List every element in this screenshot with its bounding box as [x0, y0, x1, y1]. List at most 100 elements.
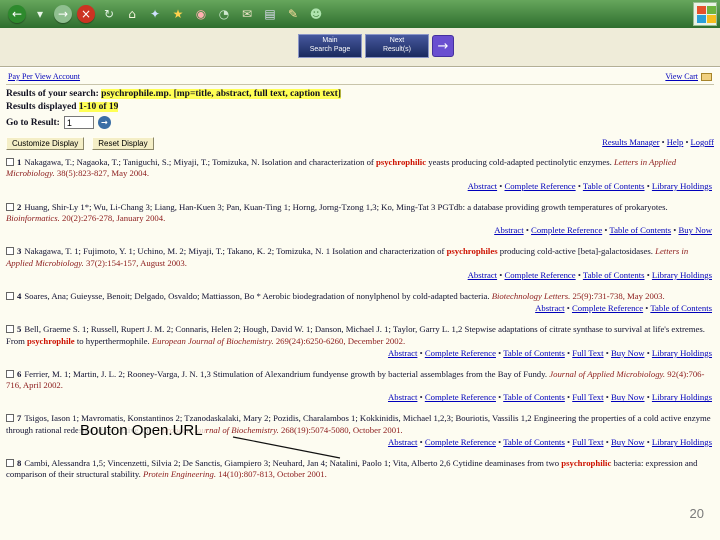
openurl-arrow-button[interactable]: →: [432, 35, 454, 57]
bullet-separator: •: [603, 437, 611, 448]
view-cart-link[interactable]: View Cart: [665, 72, 698, 81]
result-link-buy-now[interactable]: Buy Now: [611, 392, 645, 402]
stop-icon[interactable]: ×: [77, 5, 95, 23]
manager-link-logoff[interactable]: Logoff: [691, 137, 714, 147]
main-search-page-button[interactable]: Main Search Page: [298, 34, 362, 58]
search-summary-highlight: psychrophile.mp. [mp=title, abstract, fu…: [101, 89, 341, 99]
result-link-table-of-contents[interactable]: Table of Contents: [503, 437, 565, 447]
bullet-separator: •: [644, 392, 652, 403]
search-icon[interactable]: ✦: [146, 5, 164, 23]
home-icon[interactable]: ⌂: [123, 5, 141, 23]
result-link-full-text[interactable]: Full Text: [572, 348, 603, 358]
result-link-complete-reference[interactable]: Complete Reference: [425, 348, 496, 358]
result-checkbox[interactable]: [6, 325, 14, 334]
back-icon[interactable]: ←: [8, 5, 26, 23]
result-link-full-text[interactable]: Full Text: [572, 437, 603, 447]
cart-icon[interactable]: [701, 72, 712, 81]
result-link-table-of-contents[interactable]: Table of Contents: [503, 348, 565, 358]
result-checkbox[interactable]: [6, 459, 14, 468]
results-displayed: Results displayed 1-10 of 19: [6, 102, 714, 112]
result-checkbox[interactable]: [6, 202, 14, 211]
result-checkbox[interactable]: [6, 158, 14, 166]
nav-buttons: Main Search Page Next Result(s) →: [298, 34, 454, 58]
result-checkbox[interactable]: [6, 291, 14, 300]
result-checkbox[interactable]: [6, 247, 14, 256]
customize-display-button[interactable]: Customize Display: [6, 137, 85, 150]
result-citation: 5 Bell, Graeme S. 1; Russell, Rupert J. M…: [6, 324, 714, 347]
messenger-icon[interactable]: ☻: [307, 5, 325, 23]
media-icon[interactable]: ◉: [192, 5, 210, 23]
manager-link-results-manager[interactable]: Results Manager: [602, 137, 659, 147]
slide-page-number: 20: [689, 506, 704, 521]
result-checkbox[interactable]: [6, 369, 14, 378]
mail-icon[interactable]: ✉: [238, 5, 256, 23]
result-item: 1 Nakagawa, T.; Nagaoka, T.; Taniguchi, S…: [6, 157, 714, 191]
account-bar: Pay Per View Account View Cart: [6, 70, 714, 85]
forward-icon[interactable]: →: [54, 5, 72, 23]
citation-text-after-term: to hyperthermophile.: [74, 335, 152, 346]
result-number: 6: [17, 368, 22, 379]
result-link-table-of-contents[interactable]: Table of Contents: [583, 270, 645, 280]
result-link-library-holdings[interactable]: Library Holdings: [652, 437, 712, 447]
citation-issue-info: 269(24):6250-6260, December 2002.: [273, 335, 406, 346]
search-term: psychrophile.mp.: [101, 89, 172, 99]
result-link-complete-reference[interactable]: Complete Reference: [425, 437, 496, 447]
result-link-complete-reference[interactable]: Complete Reference: [572, 303, 643, 313]
result-link-complete-reference[interactable]: Complete Reference: [531, 225, 602, 235]
go-button[interactable]: →: [97, 116, 111, 129]
manager-link-help[interactable]: Help: [667, 137, 684, 147]
result-citation: 4 Soares, Ana; Guieysse, Benoit; Delgado,…: [6, 291, 714, 302]
citation-text: Cambi, Alessandra 1,5; Vincenzetti, Silv…: [24, 458, 562, 469]
result-checkbox[interactable]: [6, 414, 14, 423]
reset-display-button[interactable]: Reset Display: [92, 137, 154, 150]
result-link-abstract[interactable]: Abstract: [535, 303, 564, 313]
result-item: 2 Huang, Shir-Ly 1*; Wu, Li-Chang 3; Lian…: [6, 202, 714, 236]
result-link-abstract[interactable]: Abstract: [468, 181, 497, 191]
windows-flag-pane: [697, 15, 706, 23]
favorites-icon[interactable]: ★: [169, 5, 187, 23]
result-link-abstract[interactable]: Abstract: [388, 437, 417, 447]
view-cart-area: View Cart: [665, 72, 712, 81]
edit-icon[interactable]: ✎: [284, 5, 302, 23]
result-item: 6 Ferrier, M. 1; Martin, J. L. 2; Rooney-…: [6, 368, 714, 403]
result-link-library-holdings[interactable]: Library Holdings: [652, 348, 712, 358]
display-buttons: Customize Display Reset Display: [6, 133, 158, 151]
pay-per-view-account-link[interactable]: Pay Per View Account: [8, 72, 80, 81]
result-link-abstract[interactable]: Abstract: [494, 225, 523, 235]
result-link-table-of-contents[interactable]: Table of Contents: [503, 392, 565, 402]
bullet-separator: •: [523, 225, 532, 236]
result-link-full-text[interactable]: Full Text: [572, 392, 603, 402]
search-summary: Results of your search: psychrophile.mp.…: [6, 89, 714, 99]
result-link-table-of-contents[interactable]: Table of Contents: [609, 225, 671, 235]
citation-highlighted-term: psychrophilic: [376, 157, 427, 167]
result-link-complete-reference[interactable]: Complete Reference: [425, 392, 496, 402]
result-link-abstract[interactable]: Abstract: [388, 348, 417, 358]
next-results-button[interactable]: Next Result(s): [365, 34, 429, 58]
result-link-complete-reference[interactable]: Complete Reference: [504, 181, 575, 191]
result-link-library-holdings[interactable]: Library Holdings: [652, 270, 712, 280]
result-link-buy-now[interactable]: Buy Now: [611, 348, 645, 358]
display-controls-row: Customize Display Reset Display Results …: [6, 133, 714, 151]
refresh-icon[interactable]: ↻: [100, 5, 118, 23]
result-link-table-of-contents[interactable]: Table of Contents: [650, 303, 712, 313]
result-link-abstract[interactable]: Abstract: [468, 270, 497, 280]
result-link-library-holdings[interactable]: Library Holdings: [652, 392, 712, 402]
bullet-separator: •: [417, 392, 425, 403]
result-link-buy-now[interactable]: Buy Now: [678, 225, 712, 235]
citation-issue-info: 268(19):5074-5080, October 2001.: [278, 424, 403, 435]
goto-result-input[interactable]: [63, 116, 94, 129]
citation-text: Nakagawa, T.; Nagaoka, T.; Taniguchi, S.…: [24, 157, 376, 167]
result-link-table-of-contents[interactable]: Table of Contents: [583, 181, 645, 191]
result-link-abstract[interactable]: Abstract: [388, 392, 417, 402]
result-links: Abstract • Complete Reference • Table of…: [6, 270, 714, 280]
history-icon[interactable]: ◔: [215, 5, 233, 23]
result-link-complete-reference[interactable]: Complete Reference: [504, 270, 575, 280]
result-link-library-holdings[interactable]: Library Holdings: [652, 181, 712, 191]
result-citation: 3 Nakagawa, T. 1; Fujimoto, Y. 1; Uchino,…: [6, 246, 714, 269]
citation-text: Ferrier, M. 1; Martin, J. L. 2; Rooney-V…: [24, 368, 550, 379]
result-link-buy-now[interactable]: Buy Now: [611, 437, 645, 447]
result-number: 7: [17, 413, 22, 424]
print-icon[interactable]: ▤: [261, 5, 279, 23]
back-dropdown-icon[interactable]: ▾: [31, 5, 49, 23]
citation-issue-info: 20(2):276-278, January 2004.: [59, 212, 166, 223]
